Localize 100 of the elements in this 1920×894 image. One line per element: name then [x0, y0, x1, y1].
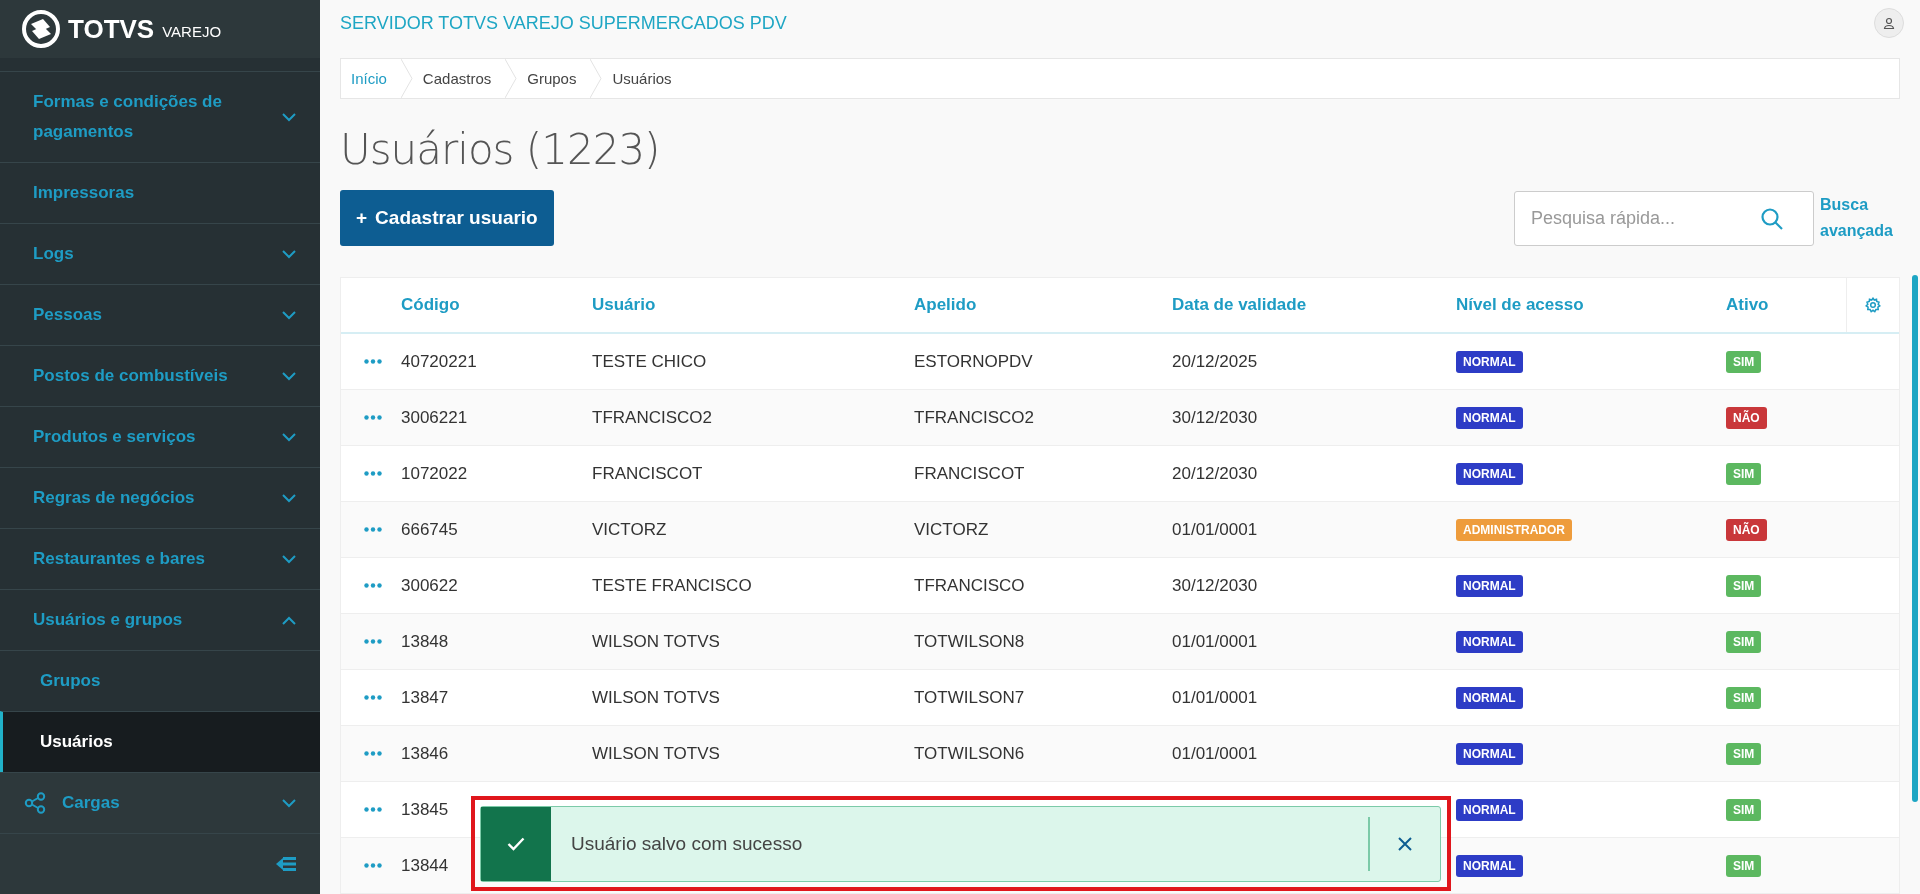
status-tag: SIM [1726, 574, 1762, 597]
advanced-search-link[interactable]: Busca avançada [1820, 192, 1900, 244]
more-icon[interactable] [364, 807, 382, 812]
table-cell-text: TOTWILSON7 [914, 687, 1026, 708]
table-cell-text: TOTWILSON6 [914, 743, 1026, 764]
column-header[interactable]: Código [401, 295, 592, 315]
more-icon[interactable] [364, 751, 382, 756]
breadcrumb-link[interactable]: Usuários [602, 59, 686, 98]
access-level-tag: NORMAL [1456, 350, 1523, 373]
sidebar-item[interactable]: Logs [0, 223, 320, 284]
table-cell-text: WILSON TOTVS [592, 687, 721, 708]
table-cell-text: 30/12/2030 [1172, 407, 1259, 428]
table-cell-text: 13848 [401, 631, 450, 652]
page-title: Usuários (1223) [340, 125, 661, 174]
status-tag: SIM [1726, 686, 1762, 709]
table-cell-text: TFRANCISCO [914, 575, 1026, 596]
more-icon[interactable] [364, 527, 382, 532]
sidebar-item[interactable]: Regras de negócios [0, 467, 320, 528]
access-level-tag: NORMAL [1456, 686, 1523, 709]
sidebar-item[interactable]: Formas e condições de pagamentos [0, 71, 320, 162]
access-level-tag: NORMAL [1456, 854, 1523, 877]
column-header[interactable]: Usuário [592, 295, 914, 315]
access-level-tag: NORMAL [1456, 742, 1523, 765]
brand-name: TOTVS [68, 13, 155, 45]
column-header[interactable]: Apelido [914, 295, 1172, 315]
more-icon[interactable] [364, 359, 382, 364]
table-cell-text: 40720221 [401, 351, 478, 372]
sidebar-item[interactable]: Restaurantes e bares [0, 528, 320, 589]
collapse-icon[interactable] [276, 856, 296, 872]
server-title: SERVIDOR TOTVS VAREJO SUPERMERCADOS PDV [340, 12, 787, 34]
check-icon [507, 837, 525, 851]
table-cell-text: FRANCISCOT [914, 463, 1026, 484]
more-icon[interactable] [364, 471, 382, 476]
access-level-tag: ADMINISTRADOR [1456, 518, 1572, 541]
table-cell-text: 01/01/0001 [1172, 631, 1259, 652]
table-cell-text: VICTORZ [592, 519, 668, 540]
table-cell-text: 30/12/2030 [1172, 575, 1259, 596]
search-field[interactable]: Pesquisa rápida... [1514, 190, 1814, 246]
access-level-tag: NORMAL [1456, 462, 1523, 485]
table-cell-text: 20/12/2025 [1172, 351, 1259, 372]
sidebar-item[interactable]: Pessoas [0, 284, 320, 345]
access-level-tag: NORMAL [1456, 630, 1523, 653]
status-tag: SIM [1726, 462, 1762, 485]
sidebar-subitem[interactable]: Usuários [0, 711, 320, 772]
access-level-tag: NORMAL [1456, 406, 1523, 429]
breadcrumb-link[interactable]: Cadastros [412, 59, 506, 98]
table-cell-text: 666745 [401, 519, 459, 540]
column-header[interactable]: Ativo [1726, 295, 1846, 315]
table-cell-text: ESTORNOPDV [914, 351, 1034, 372]
scrollbar[interactable] [1912, 275, 1918, 802]
sidebar-item[interactable]: Impressoras [0, 162, 320, 223]
status-tag: NÃO [1726, 406, 1767, 429]
status-tag: NÃO [1726, 518, 1767, 541]
toast-message: Usuário salvo com sucesso [570, 832, 803, 856]
table-cell-text: TFRANCISCO2 [592, 407, 713, 428]
more-icon[interactable] [364, 415, 382, 420]
add-user-button[interactable]: + Cadastrar usuario [340, 190, 554, 246]
logo-icon [22, 10, 60, 48]
table-cell-text: FRANCISCOT [592, 463, 704, 484]
close-icon [1397, 836, 1413, 852]
table-cell-text: TOTWILSON8 [914, 631, 1026, 652]
status-tag: SIM [1726, 798, 1762, 821]
status-tag: SIM [1726, 854, 1762, 877]
table-cell-text: 13844 [401, 855, 450, 876]
column-header[interactable]: Nível de acesso [1456, 295, 1726, 315]
table-cell-text: WILSON TOTVS [592, 631, 721, 652]
breadcrumb-link[interactable]: Grupos [517, 59, 591, 98]
table-cell-text: VICTORZ [914, 519, 990, 540]
more-icon[interactable] [364, 583, 382, 588]
sidebar-item[interactable]: Usuários e grupos [0, 589, 320, 650]
access-level-tag: NORMAL [1456, 574, 1523, 597]
column-header[interactable]: Data de validade [1172, 295, 1456, 315]
table-cell-text: 20/12/2030 [1172, 463, 1259, 484]
table-cell-text: WILSON TOTVS [592, 743, 721, 764]
table-cell-text: 13847 [401, 687, 450, 708]
user-avatar[interactable] [1874, 8, 1904, 38]
table-cell-text: 01/01/0001 [1172, 743, 1259, 764]
sidebar-item[interactable]: Produtos e serviços [0, 406, 320, 467]
table-cell-text: TESTE CHICO [592, 351, 708, 372]
more-icon[interactable] [364, 863, 382, 868]
search-icon[interactable] [1760, 206, 1784, 231]
share-icon [24, 792, 46, 814]
status-tag: SIM [1726, 350, 1762, 373]
table-cell-text: TFRANCISCO2 [914, 407, 1035, 428]
more-icon[interactable] [364, 639, 382, 644]
table-cell-text: TESTE FRANCISCO [592, 575, 753, 596]
table-cell-text: 13846 [401, 743, 450, 764]
table-cell-text: 300622 [401, 575, 459, 596]
table-cell-text: 01/01/0001 [1172, 519, 1259, 540]
table-cell-text: 01/01/0001 [1172, 687, 1259, 708]
table-cell-text: 1072022 [401, 463, 469, 484]
sidebar-item[interactable]: Postos de combustíveis [0, 345, 320, 406]
status-tag: SIM [1726, 742, 1762, 765]
more-icon[interactable] [364, 695, 382, 700]
settings-icon[interactable] [1865, 297, 1881, 313]
breadcrumb-link[interactable]: Início [341, 59, 401, 98]
status-tag: SIM [1726, 630, 1762, 653]
table-cell-text: 13845 [401, 799, 450, 820]
table-cell-text: 3006221 [401, 407, 469, 428]
access-level-tag: NORMAL [1456, 798, 1523, 821]
